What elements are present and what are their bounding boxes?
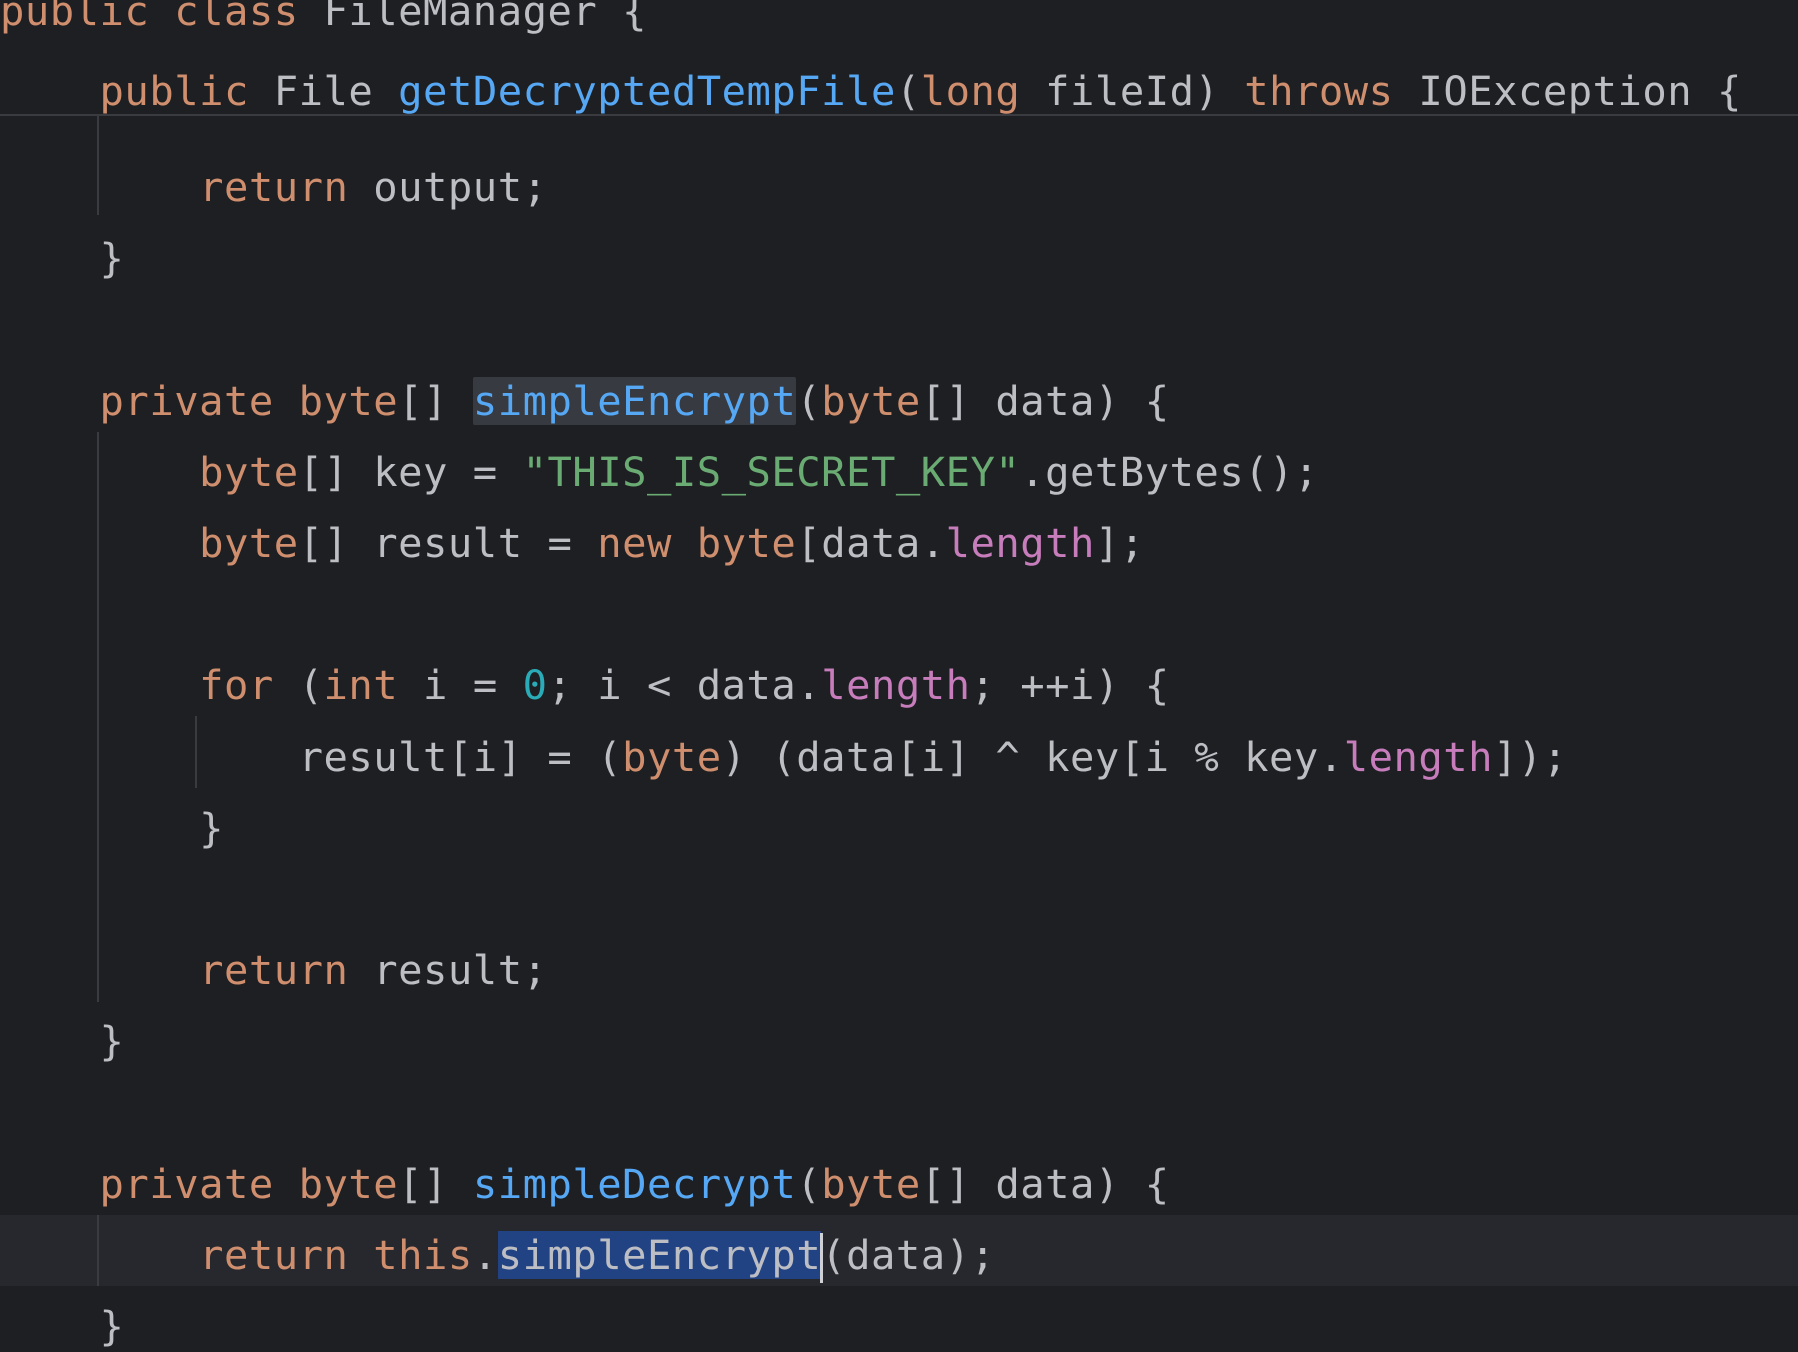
code-token: length (821, 661, 971, 710)
code-token: length (945, 519, 1095, 567)
code-token: File (248, 67, 399, 115)
code-token: fileId) (1020, 67, 1245, 115)
code-token: (data); (821, 1231, 996, 1279)
code-line[interactable] (0, 294, 1798, 365)
code-line[interactable]: result[i] = (byte) (data[i] ^ key[i % ke… (0, 722, 1798, 793)
code-line[interactable]: byte[] key = "THIS_IS_SECRET_KEY".getByt… (0, 437, 1798, 508)
highlighted-identifier: simpleEncrypt (497, 1231, 822, 1279)
code-token: byte (298, 1159, 399, 1208)
code-token: output; (348, 163, 548, 211)
code-line[interactable]: for (int i = 0; i < data.length; ++i) { (0, 650, 1798, 721)
code-token: byte (622, 732, 722, 781)
code-token: ( (273, 661, 324, 710)
code-token: private (99, 1159, 274, 1208)
code-line[interactable]: return result; (0, 935, 1798, 1006)
code-token: for (199, 661, 274, 710)
code-token: } (0, 803, 224, 852)
code-token: int (323, 661, 399, 710)
code-token: byte (199, 447, 299, 496)
code-token: [] key = (298, 447, 523, 496)
code-token: "THIS_IS_SECRET_KEY" (522, 447, 1021, 496)
code-token: [data. (796, 519, 946, 567)
code-token: throws (1244, 67, 1394, 115)
sticky-code-line[interactable]: public File getDecryptedTempFile(long fi… (0, 56, 1798, 127)
code-token: public (0, 0, 150, 35)
code-token: .getBytes(); (1020, 447, 1319, 496)
code-line[interactable]: } (0, 1291, 1798, 1352)
code-token: ( (895, 67, 921, 115)
code-line[interactable]: return output; (0, 152, 1798, 223)
code-editor[interactable]: return output; } private byte[] simpleEn… (0, 0, 1798, 1352)
code-token: ; i < data. (547, 661, 822, 710)
code-token: this (373, 1231, 473, 1279)
highlighted-identifier: simpleEncrypt (472, 376, 797, 425)
code-line[interactable]: } (0, 793, 1798, 864)
code-token: ( (796, 376, 822, 425)
code-line[interactable] (0, 864, 1798, 935)
code-token: [] result = (298, 519, 598, 567)
code-line[interactable] (0, 1078, 1798, 1149)
code-token: result[i] = ( (0, 732, 623, 781)
code-token: byte (298, 376, 399, 425)
code-token: ; ++i) { (970, 661, 1170, 710)
code-token: IOException { (1393, 67, 1742, 115)
code-token: length (1343, 732, 1494, 781)
code-line[interactable] (0, 579, 1798, 650)
code-line[interactable]: } (0, 223, 1798, 294)
current-code-line[interactable]: return this.simpleEncrypt(data); (0, 1220, 1798, 1291)
code-token: ]; (1094, 519, 1145, 567)
code-token: private (99, 376, 274, 425)
code-token: return (199, 946, 349, 995)
code-token: . (472, 1231, 498, 1279)
code-line[interactable]: byte[] result = new byte[data.length]; (0, 508, 1798, 579)
code-token: new (597, 519, 672, 567)
code-token: public (99, 67, 249, 115)
code-token: byte (821, 1159, 921, 1208)
code-token: return (199, 1231, 349, 1279)
code-token: } (0, 234, 125, 283)
code-line[interactable]: private byte[] simpleDecrypt(byte[] data… (0, 1149, 1798, 1220)
sticky-code-line[interactable]: public class FileManager { (0, 0, 1798, 47)
code-token: getDecryptedTempFile (398, 67, 896, 115)
code-token: [] (398, 1159, 473, 1208)
code-token: result; (348, 946, 548, 995)
code-line[interactable]: private byte[] simpleEncrypt(byte[] data… (0, 366, 1798, 437)
code-token: } (0, 1017, 125, 1066)
code-token: byte (696, 519, 797, 567)
code-token: long (920, 67, 1021, 115)
code-token: ( (796, 1159, 822, 1208)
code-token: [] data) { (920, 376, 1170, 425)
code-token: simpleDecrypt (472, 1159, 797, 1208)
code-token: class (174, 0, 299, 35)
code-token: } (0, 1302, 125, 1351)
code-token: [] (398, 376, 473, 425)
code-line[interactable]: } (0, 1006, 1798, 1077)
code-token: ) (data[i] ^ key[i % key. (721, 732, 1344, 781)
code-token: byte (821, 376, 921, 425)
code-token: ]); (1493, 732, 1568, 781)
code-token: byte (199, 519, 299, 567)
code-token: 0 (522, 661, 548, 710)
code-token: return (199, 163, 349, 211)
code-token: [] data) { (920, 1159, 1170, 1208)
code-token: i = (398, 661, 523, 710)
code-token: FileManager { (298, 0, 647, 35)
